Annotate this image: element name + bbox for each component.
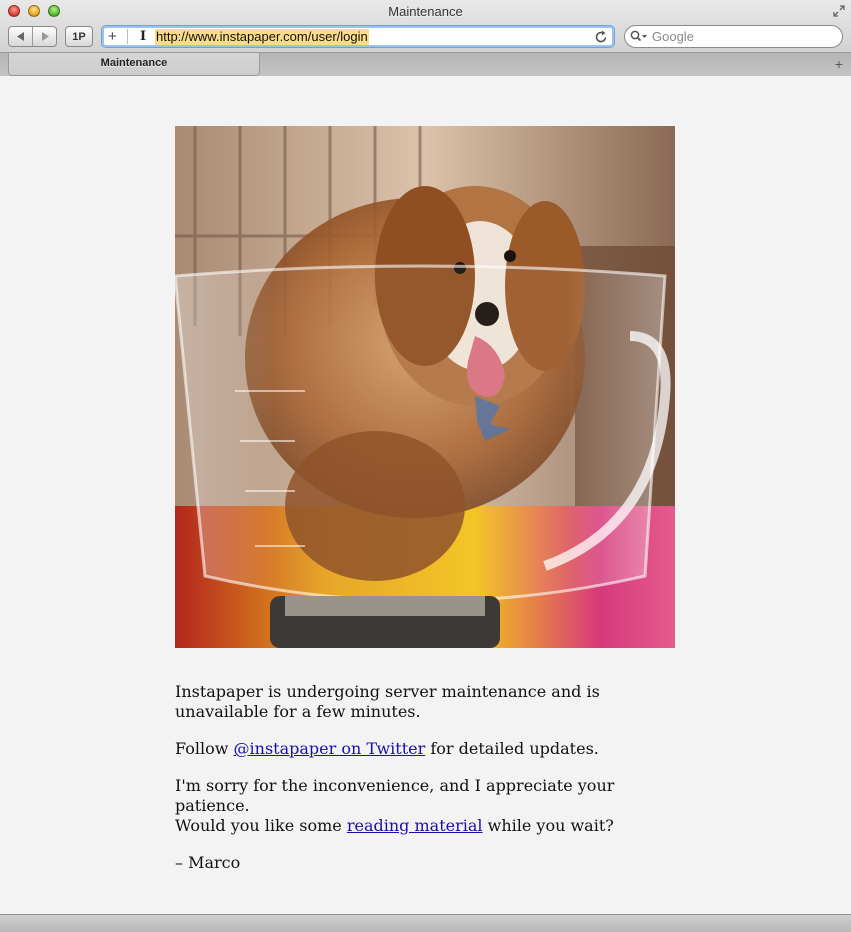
forward-arrow-icon xyxy=(41,32,49,41)
browser-chrome: Maintenance 1P + I http://www.instapaper… xyxy=(0,0,851,76)
puppy-in-bowl-image xyxy=(175,126,675,648)
page-content: Instapaper is undergoing server maintena… xyxy=(0,76,851,914)
search-field[interactable]: Google xyxy=(624,25,843,48)
apology-paragraph: I'm sorry for the inconvenience, and I a… xyxy=(175,776,675,836)
new-tab-button[interactable]: + xyxy=(835,56,843,72)
twitter-link[interactable]: @instapaper on Twitter xyxy=(234,739,426,758)
divider xyxy=(127,29,128,44)
back-arrow-icon xyxy=(16,32,24,41)
reading-text-after: while you wait? xyxy=(482,816,614,835)
forward-button[interactable] xyxy=(32,27,56,46)
maintenance-notice: Instapaper is undergoing server maintena… xyxy=(175,682,600,721)
twitter-paragraph: Follow @instapaper on Twitter for detail… xyxy=(175,739,675,759)
tab-bar: Maintenance + xyxy=(0,52,851,76)
title-bar: Maintenance xyxy=(0,0,851,22)
reading-material-link[interactable]: reading material xyxy=(347,816,483,835)
toolbar: 1P + I http://www.instapaper.com/user/lo… xyxy=(0,22,851,52)
tab-maintenance[interactable]: Maintenance xyxy=(8,53,260,76)
reading-text-before: Would you like some xyxy=(175,816,347,835)
search-placeholder: Google xyxy=(652,29,694,44)
url-text[interactable]: http://www.instapaper.com/user/login xyxy=(155,29,369,45)
fullscreen-icon[interactable] xyxy=(833,5,845,17)
window-title: Maintenance xyxy=(388,4,463,19)
photo-illustration xyxy=(175,126,675,648)
address-bar[interactable]: + I http://www.instapaper.com/user/login xyxy=(101,25,615,48)
search-icon[interactable] xyxy=(630,30,648,43)
status-bar xyxy=(0,914,851,932)
signature: – Marco xyxy=(175,853,241,872)
back-button[interactable] xyxy=(9,27,32,46)
favicon-icon: I xyxy=(139,29,147,44)
history-navigation xyxy=(8,26,57,47)
onepassword-button[interactable]: 1P xyxy=(65,26,93,47)
twitter-text-after: for detailed updates. xyxy=(425,739,599,758)
maintenance-message: Instapaper is undergoing server maintena… xyxy=(175,682,675,890)
twitter-text-before: Follow xyxy=(175,739,234,758)
add-bookmark-button[interactable]: + xyxy=(108,28,117,45)
apology-text: I'm sorry for the inconvenience, and I a… xyxy=(175,776,615,815)
reload-icon[interactable] xyxy=(594,29,608,44)
